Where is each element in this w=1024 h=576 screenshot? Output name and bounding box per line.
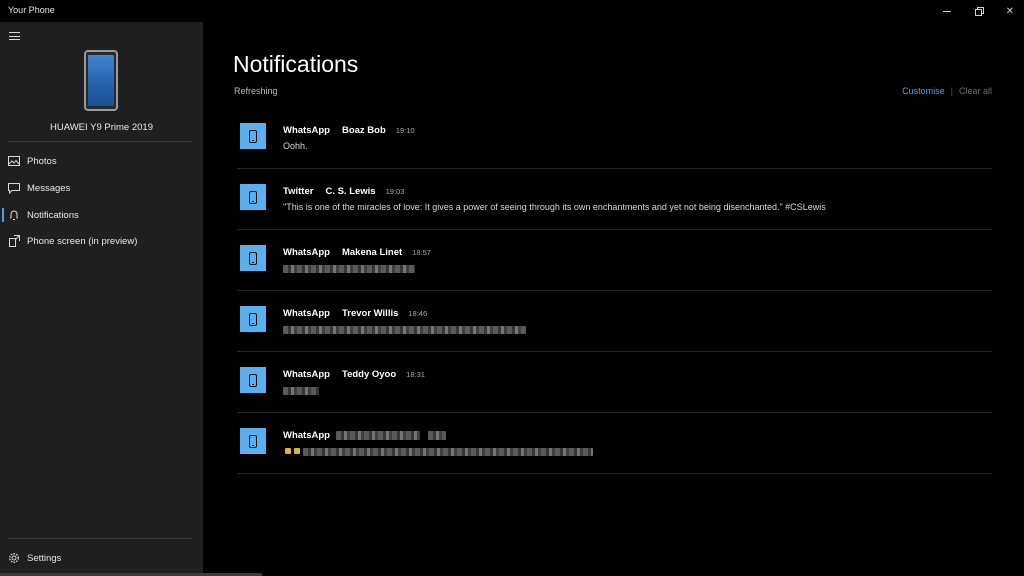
sidebar-item-messages[interactable]: Messages (0, 176, 203, 200)
minimize-button[interactable] (930, 0, 964, 22)
restore-button[interactable] (962, 0, 996, 22)
notification-item[interactable]: WhatsApp (237, 413, 992, 474)
close-icon: ✕ (1005, 5, 1015, 17)
sidebar-item-notifications[interactable]: Notifications (0, 203, 203, 227)
redacted-time (428, 431, 446, 440)
notification-app: Twitter (283, 186, 314, 197)
notification-time: 18:31 (406, 370, 425, 379)
close-button[interactable]: ✕ (993, 0, 1024, 22)
sidebar-item-label: Notifications (27, 209, 79, 221)
window-title: Your Phone (8, 5, 55, 15)
notification-item[interactable]: Twitter C. S. Lewis 19:03 "This is one o… (237, 169, 992, 230)
notification-item[interactable]: WhatsApp Teddy Oyoo 18:31 (237, 352, 992, 413)
notification-app: WhatsApp (283, 308, 330, 319)
sidebar-item-label: Photos (27, 155, 57, 167)
sidebar-item-phone-screen[interactable]: Phone screen (in preview) (0, 229, 203, 253)
notification-message: "This is one of the miracles of love: It… (283, 202, 826, 212)
notification-message: Oohh. (283, 141, 308, 151)
notification-item[interactable]: WhatsApp Makena Linet 18:57 (237, 230, 992, 291)
bell-icon (1, 209, 27, 221)
sidebar-item-photos[interactable]: Photos (0, 149, 203, 173)
notification-app: WhatsApp (283, 369, 330, 380)
phone-app-icon (240, 245, 266, 271)
emoji-icon (285, 448, 291, 454)
notification-sender: Makena Linet (341, 247, 403, 258)
device-image (84, 50, 118, 111)
notification-sender: Trevor Willis (341, 308, 399, 319)
sidebar-item-label: Messages (27, 182, 71, 194)
notification-time: 18:57 (412, 248, 431, 257)
phone-app-icon (240, 184, 266, 210)
notification-sender: Boaz Bob (341, 125, 386, 136)
phone-app-icon (240, 367, 266, 393)
notification-item[interactable]: WhatsApp Boaz Bob 19:10 Oohh. (237, 108, 992, 169)
hamburger-icon[interactable] (9, 32, 20, 40)
title-bar: Your Phone ✕ (0, 0, 1024, 22)
redacted-message (283, 265, 415, 273)
notification-sender: Teddy Oyoo (341, 369, 397, 380)
page-title: Notifications (233, 51, 359, 77)
notification-actions: Customise | Clear all (902, 86, 992, 96)
notification-app: WhatsApp (283, 430, 330, 441)
notification-app: WhatsApp (283, 125, 330, 136)
settings-label: Settings (27, 552, 62, 564)
actions-separator: | (950, 86, 953, 96)
settings-button[interactable]: Settings (0, 546, 203, 570)
notification-time: 19:03 (385, 187, 405, 196)
sidebar-divider (8, 538, 192, 539)
customise-link[interactable]: Customise (902, 86, 945, 96)
phone-app-icon (240, 306, 266, 332)
redacted-sender (336, 431, 420, 440)
sidebar-item-label: Phone screen (in preview) (27, 235, 138, 247)
phone-app-icon (240, 428, 266, 454)
sidebar: HUAWEI Y9 Prime 2019 Photos Messages Not… (0, 22, 203, 576)
notification-time: 18:46 (408, 309, 428, 318)
photos-icon (1, 156, 27, 166)
phone-app-icon (240, 123, 266, 149)
redacted-message (283, 326, 526, 334)
main-content: Notifications Refreshing Customise | Cle… (203, 22, 1024, 576)
notification-item[interactable]: WhatsApp Trevor Willis 18:46 (237, 291, 992, 352)
device-name: HUAWEI Y9 Prime 2019 (50, 122, 153, 133)
notification-sender: C. S. Lewis (325, 186, 376, 197)
emoji-icon (294, 448, 300, 454)
notification-time: 19:10 (395, 126, 415, 135)
notification-list: WhatsApp Boaz Bob 19:10 Oohh. Twitter C.… (237, 108, 992, 474)
sidebar-divider (8, 141, 192, 142)
redacted-message (283, 387, 319, 395)
notification-app: WhatsApp (283, 247, 330, 258)
minimize-icon (943, 10, 951, 12)
phone-screen-icon (1, 235, 27, 247)
redacted-message (303, 448, 593, 456)
restore-icon (974, 6, 984, 16)
message-icon (1, 182, 27, 194)
gear-icon (1, 552, 27, 564)
clear-all-link[interactable]: Clear all (959, 86, 992, 96)
status-text: Refreshing (234, 86, 278, 96)
